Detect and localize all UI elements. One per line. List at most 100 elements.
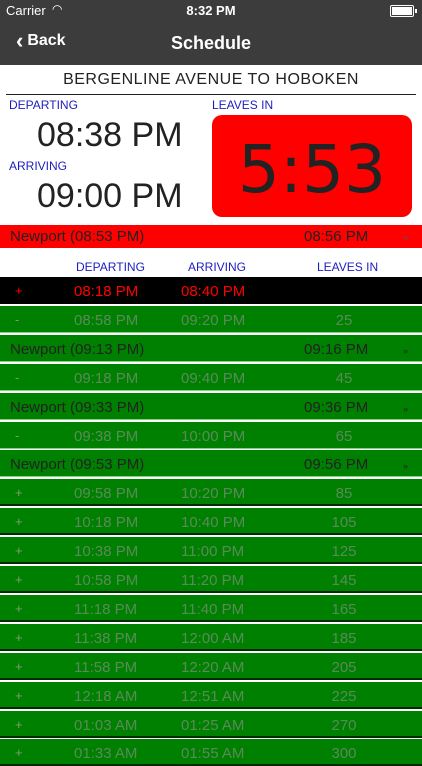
trip-row[interactable]: +11:58 PM 12:20 AM 205 [0, 652, 422, 680]
column-header-departing: DEPARTING [76, 260, 145, 274]
transfer-row[interactable]: Newport (09:53 PM) 09:56 PM » [0, 450, 422, 478]
transfer-time: 09:16 PM [304, 340, 369, 358]
departing-time: 09:38 PM [74, 427, 139, 445]
transfer-station: Newport (08:53 PM) [10, 228, 145, 245]
departing-time: 01:03 AM [74, 716, 138, 734]
leaves-in-minutes: 205 [331, 658, 357, 676]
countdown-box: 5:53 [212, 115, 412, 217]
arriving-time: 11:00 PM [181, 543, 245, 561]
route-title: BERGENLINE AVENUE TO HOBOKEN [63, 71, 359, 88]
expand-toggle-icon[interactable]: + [15, 514, 23, 529]
departing-time: 09:18 PM [74, 369, 139, 387]
departing-time: 12:18 AM [74, 687, 138, 705]
double-chevron-right-icon: » [403, 232, 409, 242]
departing-label: DEPARTING [9, 98, 78, 112]
leaves-in-minutes: 125 [331, 543, 357, 561]
transfer-row[interactable]: Newport (09:33 PM) 09:36 PM » [0, 392, 422, 420]
expand-toggle-icon[interactable]: + [15, 659, 23, 674]
expand-toggle-icon[interactable]: + [15, 283, 23, 298]
departing-time: 10:38 PM [74, 543, 139, 561]
trip-row[interactable]: - 09:18 PM 09:40 PM 45 [0, 363, 422, 391]
trip-row[interactable]: +12:18 AM 12:51 AM 225 [0, 681, 422, 709]
arriving-time: 09:20 PM [181, 311, 246, 329]
expand-toggle-icon[interactable]: + [15, 543, 23, 558]
trip-row[interactable]: +10:38 PM 11:00 PM 125 [0, 537, 422, 565]
arriving-time: 12:20 AM [181, 658, 245, 676]
leaves-in-minutes: 65 [335, 427, 353, 445]
arriving-time: 09:00 PM [37, 177, 183, 215]
leaves-in-minutes: 165 [331, 600, 357, 618]
departing-time: 11:38 PM [74, 629, 138, 647]
expand-toggle-icon[interactable]: + [15, 717, 23, 732]
leaves-in-minutes: 25 [335, 311, 353, 329]
departing-time: 10:58 PM [74, 572, 139, 589]
expand-toggle-icon[interactable]: - [15, 312, 19, 327]
expand-toggle-icon[interactable]: + [15, 601, 23, 616]
arriving-time: 10:40 PM [181, 514, 246, 532]
trip-row[interactable]: +11:18 PM 11:40 PM 165 [0, 594, 422, 622]
trip-row[interactable]: - 08:58 PM 09:20 PM 25 [0, 305, 422, 333]
status-bar: Carrier ◠ 8:32 PM [0, 0, 422, 20]
departing-time: 10:18 PM [74, 514, 139, 532]
leaves-in-minutes: 270 [331, 716, 357, 734]
trip-row[interactable]: +01:03 AM 01:25 AM 270 [0, 710, 422, 738]
arriving-time: 09:40 PM [181, 369, 246, 387]
expand-toggle-icon[interactable]: - [15, 370, 19, 385]
double-chevron-right-icon: » [403, 403, 409, 414]
expand-toggle-icon[interactable]: + [15, 745, 23, 760]
departing-time: 11:58 PM [74, 658, 138, 676]
transfer-time: 09:36 PM [304, 398, 369, 416]
column-header-leaves-in: LEAVES IN [317, 260, 379, 274]
departing-time: 01:33 AM [74, 745, 138, 763]
transfer-time: 08:56 PM [304, 228, 369, 245]
transfer-station: Newport (09:13 PM) [10, 340, 145, 358]
leaves-in-minutes: 105 [331, 514, 357, 532]
double-chevron-right-icon: » [403, 345, 409, 356]
arriving-time: 11:40 PM [181, 600, 245, 618]
transfer-station: Newport (09:33 PM) [10, 398, 145, 416]
column-header-arriving: ARRIVING [188, 260, 247, 274]
leaves-in-minutes: 85 [335, 485, 353, 503]
expand-toggle-icon[interactable]: + [15, 572, 23, 587]
expand-toggle-icon[interactable]: + [15, 630, 23, 645]
leaves-in-label: LEAVES IN [212, 98, 274, 112]
departing-time: 11:18 PM [74, 600, 138, 618]
transfer-row[interactable]: Newport (09:13 PM) 09:16 PM » [0, 334, 422, 362]
departing-time: 08:58 PM [74, 311, 139, 329]
page-title: Schedule [170, 33, 252, 53]
arriving-time: 12:51 AM [181, 687, 245, 705]
arriving-time: 12:00 AM [181, 629, 245, 647]
trip-row[interactable]: +10:58 PM 11:20 PM 145 [0, 566, 422, 593]
arriving-label: ARRIVING [9, 159, 68, 173]
trip-row[interactable]: - 09:38 PM 10:00 PM 65 [0, 421, 422, 449]
trip-row[interactable]: +11:38 PM 12:00 AM 185 [0, 623, 422, 651]
leaves-in-minutes: 145 [331, 572, 357, 589]
departing-time: 09:58 PM [74, 485, 139, 503]
leaves-in-minutes: 185 [331, 629, 357, 647]
transfer-time: 09:56 PM [304, 456, 369, 474]
trip-row[interactable]: +09:58 PM 10:20 PM 85 [0, 479, 422, 507]
expand-toggle-icon[interactable]: + [15, 688, 23, 703]
leaves-in-minutes: 45 [335, 369, 353, 387]
trip-row[interactable]: +01:33 AM 01:55 AM 300 [0, 739, 422, 766]
arriving-time: 10:00 PM [181, 427, 246, 445]
departing-time: 08:18 PM [74, 283, 139, 300]
divider [6, 94, 416, 95]
departing-time: 08:38 PM [37, 116, 183, 154]
arriving-time: 08:40 PM [181, 283, 246, 300]
trip-row[interactable]: +10:18 PM 10:40 PM 105 [0, 508, 422, 536]
transfer-station: Newport (09:53 PM) [10, 456, 145, 474]
arriving-time: 10:20 PM [181, 485, 246, 503]
leaves-in-minutes: 300 [331, 745, 357, 763]
expand-toggle-icon[interactable]: + [15, 485, 23, 500]
status-time: 8:32 PM [186, 3, 236, 18]
expand-toggle-icon[interactable]: - [15, 428, 19, 443]
transfer-highlight-row[interactable]: Newport (08:53 PM) 08:56 PM » [0, 225, 422, 248]
arriving-time: 01:55 AM [181, 745, 245, 763]
battery-icon [390, 5, 417, 17]
navigation-bar: ‹ Back Schedule [0, 20, 422, 65]
countdown-value: 5:53 [237, 131, 387, 208]
double-chevron-right-icon: » [403, 461, 409, 472]
leaves-in-minutes: 225 [331, 687, 357, 705]
trip-row[interactable]: +08:18 PM 08:40 PM [0, 277, 422, 304]
